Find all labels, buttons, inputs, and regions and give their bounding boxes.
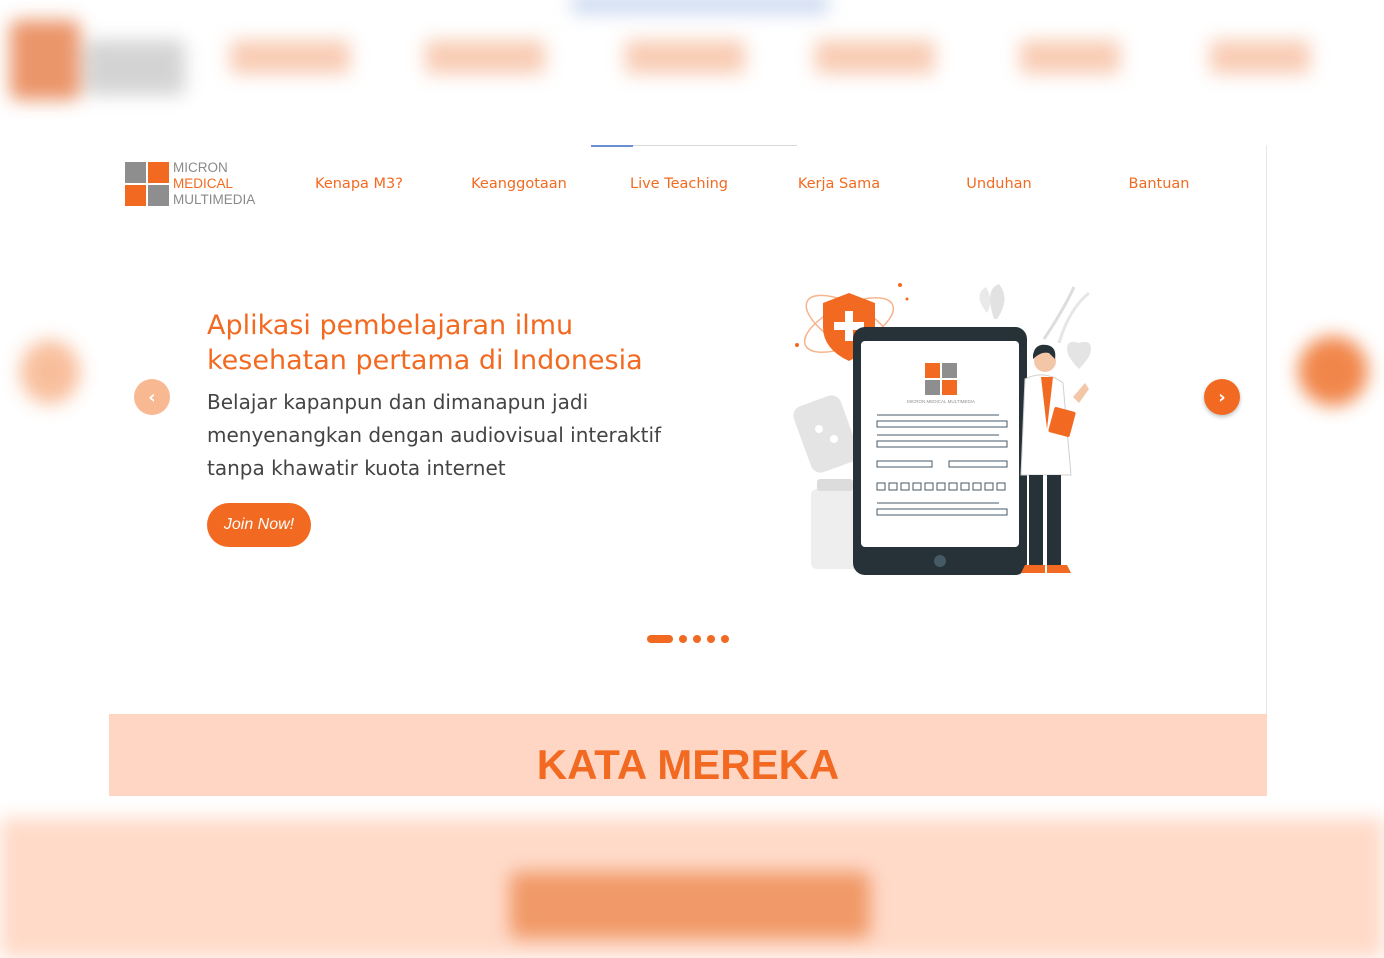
nav-item-keanggotaan[interactable]: Keanggotaan xyxy=(439,173,599,195)
carousel-dot[interactable] xyxy=(707,635,715,643)
nav-item-live-teaching[interactable]: Live Teaching xyxy=(599,173,759,195)
doctor-tablet-illustration: MICRON MEDICAL MULTIMEDIA xyxy=(793,283,1091,575)
nav-item-kenapa-m3[interactable]: Kenapa M3? xyxy=(279,173,439,195)
illustration-logo-text: MICRON MEDICAL MULTIMEDIA xyxy=(907,399,975,404)
logo-text: MICRON MEDICAL MULTIMEDIA xyxy=(173,160,255,208)
carousel-dot[interactable] xyxy=(693,635,701,643)
carousel-next-button[interactable]: › xyxy=(1204,379,1240,415)
logo-line-3: MULTIMEDIA xyxy=(173,192,256,207)
main-card: MICRON MEDICAL MULTIMEDIA Kenapa M3? Kea… xyxy=(109,145,1267,796)
carousel-indicators xyxy=(647,635,729,643)
nav-item-unduhan[interactable]: Unduhan xyxy=(919,173,1079,195)
nav-item-bantuan[interactable]: Bantuan xyxy=(1079,173,1239,195)
divider-accent xyxy=(591,145,633,147)
carousel-dot[interactable] xyxy=(721,635,729,643)
chevron-right-icon: › xyxy=(1218,386,1226,408)
carousel-dot[interactable] xyxy=(679,635,687,643)
testimonials-section: KATA MEREKA xyxy=(109,714,1267,796)
main-nav: Kenapa M3? Keanggotaan Live Teaching Ker… xyxy=(279,173,1239,195)
chevron-left-icon: ‹ xyxy=(148,386,156,408)
hero-title: Aplikasi pembelajaran ilmu kesehatan per… xyxy=(207,310,643,376)
join-now-button[interactable]: Join Now! xyxy=(207,503,311,547)
hero-subtitle: Belajar kapanpun dan dimanapun jadi meny… xyxy=(207,390,662,480)
logo-line-2: MEDICAL xyxy=(173,176,234,191)
nav-item-kerja-sama[interactable]: Kerja Sama xyxy=(759,173,919,195)
logo-mark-icon xyxy=(125,162,169,206)
divider xyxy=(1266,145,1267,715)
carousel-dot-active[interactable] xyxy=(647,635,673,643)
logo-line-1: MICRON xyxy=(173,160,228,175)
brand-logo[interactable]: MICRON MEDICAL MULTIMEDIA xyxy=(125,160,265,208)
carousel-prev-button[interactable]: ‹ xyxy=(134,379,170,415)
testimonials-title: KATA MEREKA xyxy=(536,741,840,788)
